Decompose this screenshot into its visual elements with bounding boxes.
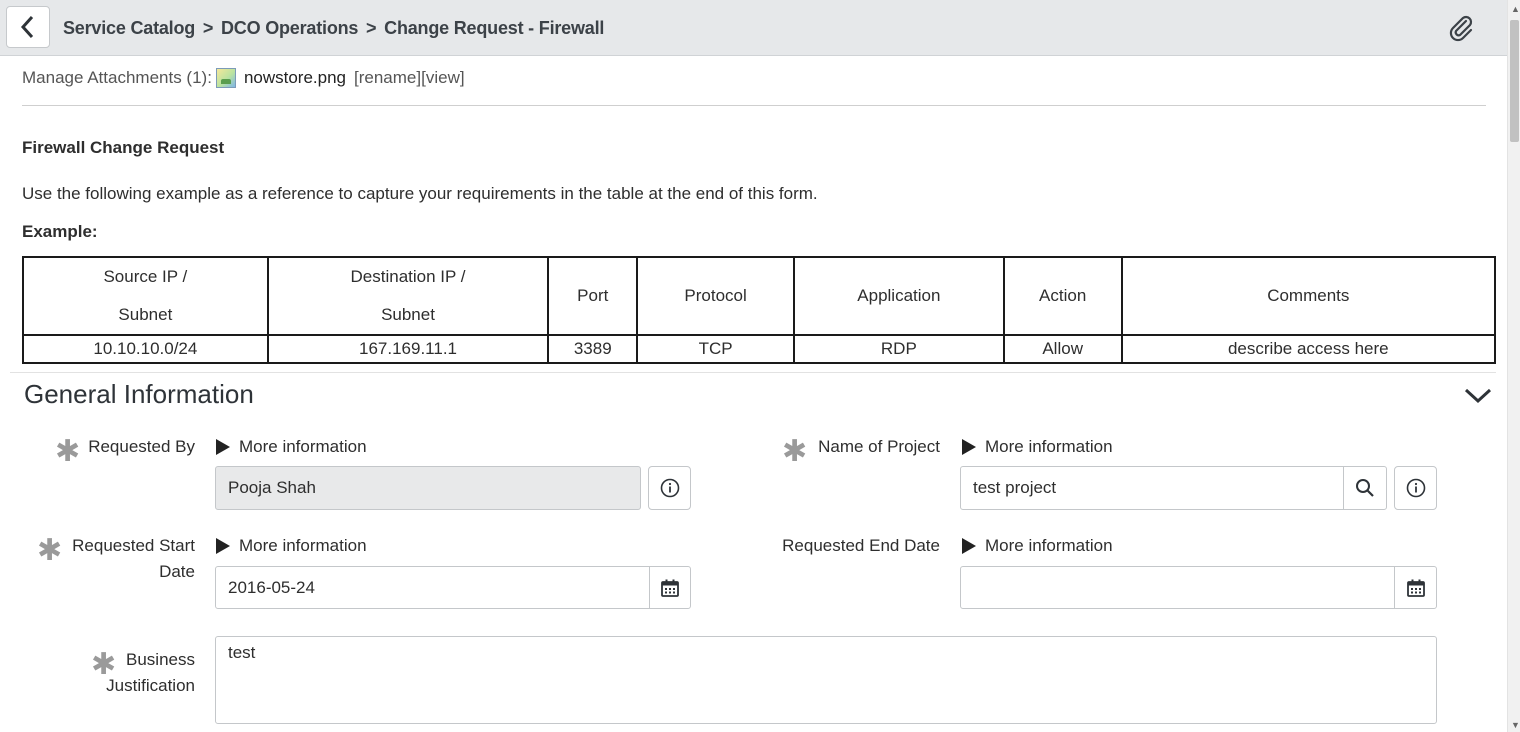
back-button[interactable] — [6, 6, 50, 48]
calendar-icon — [661, 579, 679, 597]
more-information-label: More information — [985, 536, 1113, 555]
name-of-project-input[interactable]: test project — [960, 466, 1344, 510]
start-date-picker-button[interactable] — [649, 566, 691, 609]
triangle-right-icon — [962, 439, 976, 455]
column-header-comments: Comments — [1120, 256, 1497, 336]
table-cell: describe access here — [1120, 334, 1497, 364]
attachment-file-name[interactable]: nowstore.png — [244, 68, 346, 88]
business-justification-textarea[interactable]: test — [215, 636, 1437, 724]
more-information-label: More information — [239, 437, 367, 456]
requested-end-date-input[interactable] — [960, 566, 1395, 609]
triangle-right-icon — [962, 538, 976, 554]
info-icon — [1406, 478, 1425, 498]
rename-attachment-link[interactable]: [rename] — [354, 68, 421, 88]
column-header-protocol: Protocol — [636, 256, 795, 336]
end-date-picker-button[interactable] — [1394, 566, 1437, 609]
view-attachment-link[interactable]: [view] — [421, 68, 464, 88]
section-title: General Information — [24, 379, 254, 409]
breadcrumb-dco-operations[interactable]: DCO Operations — [221, 18, 358, 38]
requested-start-date-label: Requested Start Date — [72, 536, 195, 581]
column-header-destination-ip: Destination IP / Subnet — [266, 256, 550, 336]
table-cell: Allow — [1002, 334, 1123, 364]
attachments-bar: Manage Attachments (1): nowstore.png [re… — [22, 68, 465, 88]
requested-start-date-input[interactable]: 2016-05-24 — [215, 566, 650, 609]
scroll-up-arrow-icon[interactable]: ▲ — [1511, 4, 1520, 14]
page-header: Service Catalog > DCO Operations > Chang… — [0, 0, 1507, 56]
business-justification-label: Business Justification — [106, 650, 195, 695]
example-table: Source IP / Subnet Destination IP / Subnet… — [22, 256, 1497, 364]
calendar-icon — [1406, 579, 1425, 597]
name-of-project-info-button[interactable] — [1394, 466, 1437, 510]
chevron-down-icon[interactable] — [1462, 382, 1494, 408]
more-information-toggle[interactable]: More information — [962, 437, 1113, 457]
chevron-left-icon — [20, 15, 34, 39]
triangle-right-icon — [216, 439, 230, 455]
paperclip-icon[interactable] — [1447, 14, 1475, 42]
breadcrumb-current-page: Change Request - Firewall — [384, 18, 605, 38]
table-cell: RDP — [793, 334, 1005, 364]
table-cell: 10.10.10.0/24 — [22, 334, 269, 364]
info-icon — [660, 478, 679, 498]
breadcrumb-separator: > — [366, 18, 377, 38]
table-cell: 3389 — [547, 334, 639, 364]
more-information-toggle[interactable]: More information — [962, 536, 1113, 556]
image-file-icon — [215, 68, 236, 88]
requested-by-field[interactable]: Pooja Shah — [215, 466, 641, 510]
required-asterisk-icon: ✱ — [37, 534, 63, 567]
table-cell: TCP — [636, 334, 795, 364]
vertical-scrollbar[interactable]: ▲ ▼ — [1507, 0, 1520, 732]
breadcrumb: Service Catalog > DCO Operations > Chang… — [63, 18, 604, 39]
table-cell: 167.169.11.1 — [266, 334, 550, 364]
table-header-row: Source IP / Subnet Destination IP / Subnet… — [22, 256, 1497, 336]
section-divider — [10, 372, 1496, 373]
more-information-label: More information — [985, 437, 1113, 456]
example-label: Example: — [22, 222, 98, 241]
divider — [22, 105, 1486, 106]
triangle-right-icon — [216, 538, 230, 554]
column-header-application: Application — [793, 256, 1005, 336]
form-title: Firewall Change Request — [22, 138, 225, 157]
project-lookup-button[interactable] — [1343, 466, 1387, 510]
requested-end-date-label: Requested End Date — [782, 536, 940, 555]
requested-by-label: Requested By — [88, 437, 195, 456]
requested-by-info-button[interactable] — [648, 466, 691, 510]
form-intro-text: Use the following example as a reference… — [22, 184, 818, 203]
column-header-source-ip: Source IP / Subnet — [22, 256, 269, 336]
scrollbar-thumb[interactable] — [1510, 20, 1519, 142]
more-information-label: More information — [239, 536, 367, 555]
more-information-toggle[interactable]: More information — [216, 536, 367, 556]
column-header-action: Action — [1002, 256, 1123, 336]
breadcrumb-separator: > — [202, 18, 214, 38]
column-header-port: Port — [547, 256, 639, 336]
name-of-project-label: Name of Project — [818, 437, 940, 456]
table-row: 10.10.10.0/24 167.169.11.1 3389 TCP RDP … — [22, 334, 1497, 364]
more-information-toggle[interactable]: More information — [216, 437, 367, 457]
search-icon — [1356, 479, 1374, 497]
breadcrumb-service-catalog[interactable]: Service Catalog — [63, 18, 195, 38]
manage-attachments-link[interactable]: Manage Attachments (1): — [22, 68, 212, 88]
scroll-down-arrow-icon[interactable]: ▼ — [1511, 720, 1520, 730]
